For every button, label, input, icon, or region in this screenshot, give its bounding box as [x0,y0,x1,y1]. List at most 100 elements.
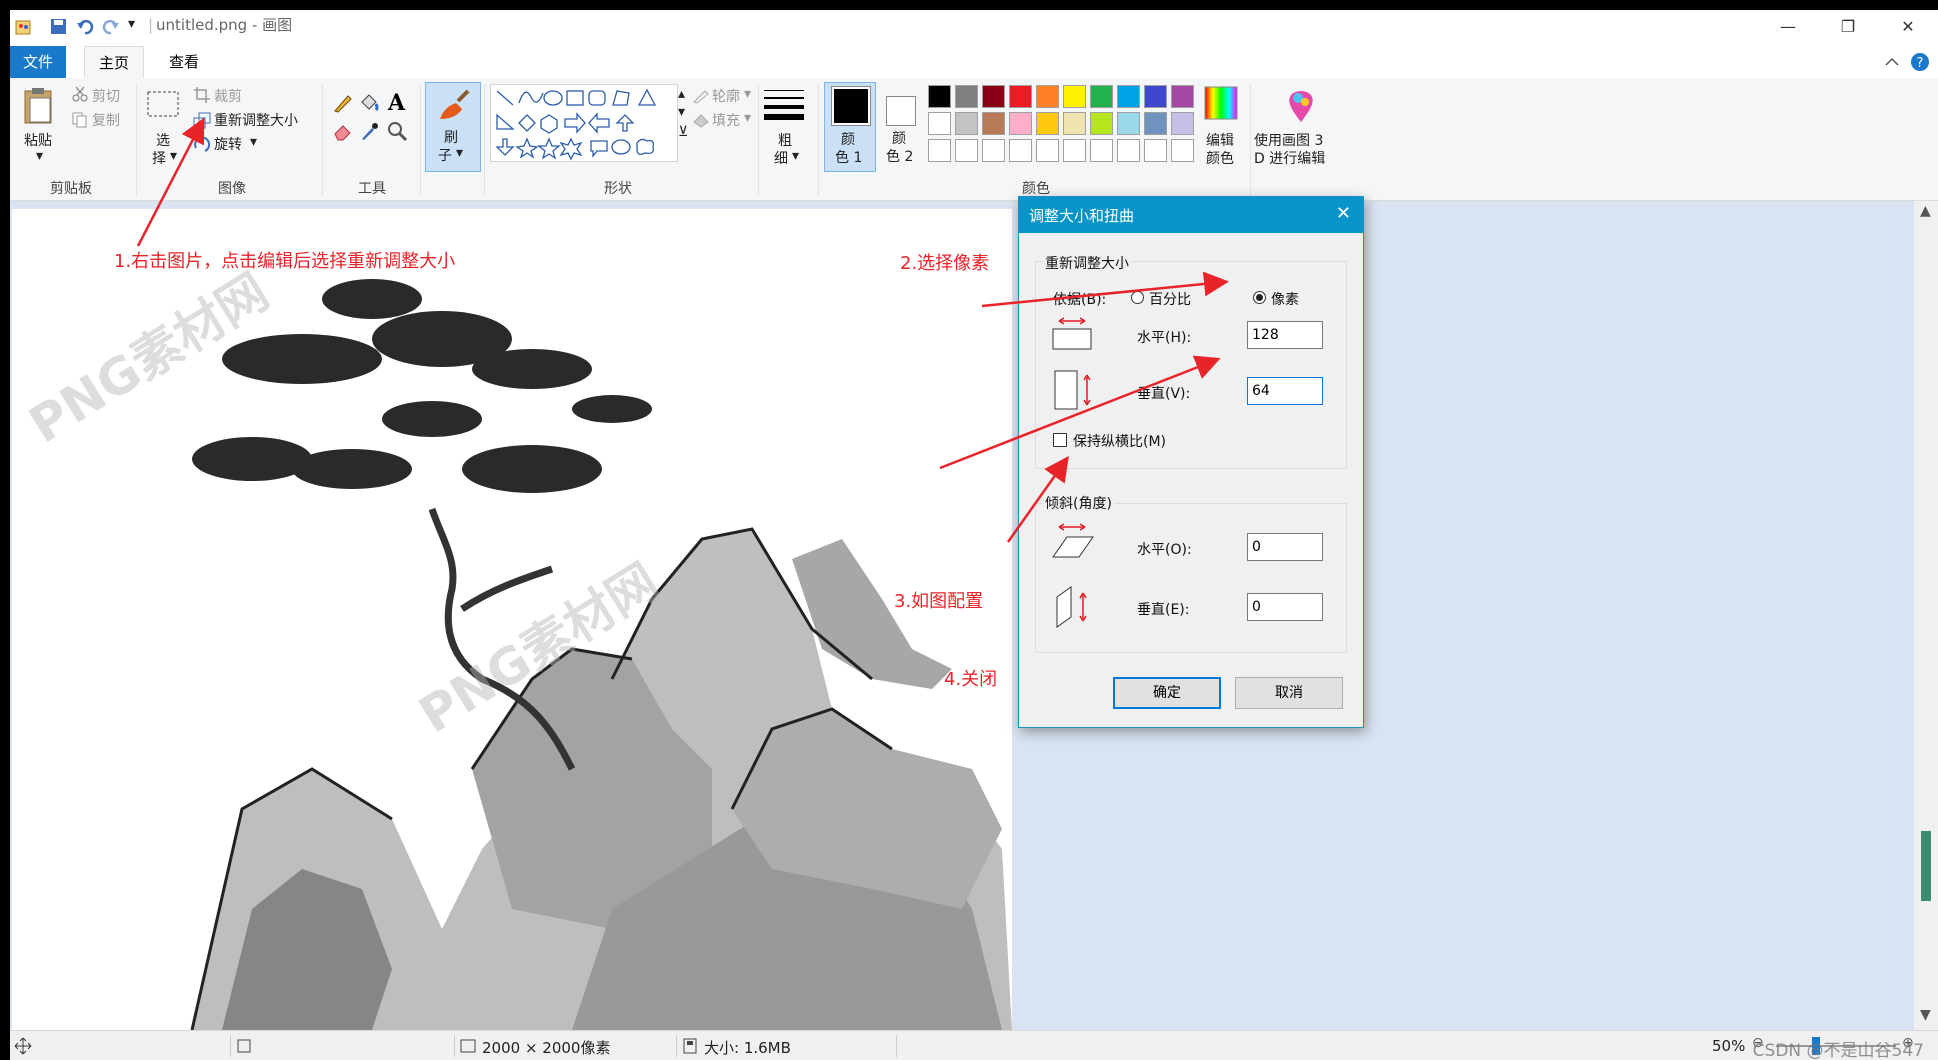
edit-colors-icon[interactable] [1204,86,1238,120]
paint3d-button-line2[interactable]: D 进行编辑 [1254,148,1325,168]
palette-swatch[interactable] [1009,112,1032,135]
collapse-ribbon-icon[interactable] [1884,54,1900,70]
horizontal-input[interactable]: 128 [1247,321,1323,349]
palette-swatch[interactable] [982,85,1005,108]
scroll-thumb[interactable] [1921,831,1931,901]
palette-swatch[interactable] [1063,139,1086,162]
size-button-line2[interactable]: 细 [774,148,788,168]
size-dropdown-icon[interactable]: ▾ [792,148,799,164]
palette-swatch[interactable] [1090,112,1113,135]
palette-swatch[interactable] [982,139,1005,162]
vertical-input[interactable]: 64 [1247,377,1323,405]
color2-button[interactable]: 颜 色 2 [878,82,924,170]
pixels-label[interactable]: 像素 [1271,289,1299,309]
scroll-down-icon[interactable]: ▼ [1920,1007,1931,1023]
percent-label[interactable]: 百分比 [1149,289,1191,309]
palette-swatch[interactable] [955,139,978,162]
palette-swatch[interactable] [1036,85,1059,108]
tab-home[interactable]: 主页 [84,46,145,79]
keep-ratio-label[interactable]: 保持纵横比(M) [1073,431,1166,451]
palette-swatch[interactable] [1144,85,1167,108]
cut-button[interactable]: 剪切 [92,86,120,106]
paint3d-button[interactable]: 使用画图 3 [1254,130,1323,150]
edit-colors-button[interactable]: 编辑 [1206,130,1234,150]
rotate-dropdown-icon[interactable]: ▾ [250,134,257,150]
magnifier-icon[interactable] [386,120,408,142]
shapes-scroll-up-icon[interactable]: ▴ [678,86,685,102]
palette-swatch[interactable] [982,112,1005,135]
size-button[interactable]: 粗 [778,130,792,150]
paste-button[interactable]: 粘贴 [24,130,52,150]
copy-button[interactable]: 复制 [92,110,120,130]
restore-button[interactable]: ❐ [1818,10,1878,46]
paste-icon[interactable] [22,86,56,126]
palette-swatch[interactable] [1063,112,1086,135]
paint3d-icon[interactable] [1284,86,1318,126]
tab-view[interactable]: 查看 [155,46,213,78]
text-tool-icon[interactable]: A [388,90,405,116]
select-icon[interactable] [146,90,180,120]
palette-swatch[interactable] [1009,139,1032,162]
shapes-expand-icon[interactable]: ⊻ [678,124,688,140]
rotate-icon [194,136,211,152]
fill-bucket-icon[interactable] [358,92,380,114]
ok-button[interactable]: 确定 [1113,677,1221,709]
paste-dropdown-icon[interactable]: ▾ [36,148,43,164]
size-icon[interactable] [764,88,804,122]
percent-radio[interactable] [1131,291,1144,304]
palette-swatch[interactable] [1117,139,1140,162]
pixels-radio[interactable] [1253,291,1266,304]
brushes-button[interactable]: 刷 子 ▾ [425,82,481,172]
palette-swatch[interactable] [928,85,951,108]
skew-v-input[interactable]: 0 [1247,593,1323,621]
select-button-line2[interactable]: 择 [152,148,166,168]
save-icon[interactable] [50,18,68,36]
select-button[interactable]: 选 [156,130,170,150]
undo-icon[interactable] [76,18,94,36]
minimize-button[interactable]: — [1758,10,1818,46]
cancel-button[interactable]: 取消 [1235,677,1343,709]
dialog-close-icon[interactable]: ✕ [1336,203,1351,224]
palette-swatch[interactable] [1009,85,1032,108]
rotate-button[interactable]: 旋转 [214,134,242,154]
close-button[interactable]: ✕ [1878,10,1938,46]
palette-swatch[interactable] [1117,112,1140,135]
palette-swatch[interactable] [1171,112,1194,135]
palette-swatch[interactable] [1171,85,1194,108]
palette-swatch[interactable] [1036,139,1059,162]
palette-swatch[interactable] [1090,85,1113,108]
color1-button[interactable]: 颜 色 1 [824,82,876,172]
palette-swatch[interactable] [1144,112,1167,135]
palette-swatch[interactable] [1036,112,1059,135]
palette-swatch[interactable] [1117,85,1140,108]
scroll-up-icon[interactable]: ▲ [1920,203,1931,219]
palette-swatch[interactable] [955,85,978,108]
palette-swatch[interactable] [1090,139,1113,162]
palette-swatch[interactable] [928,112,951,135]
edit-colors-button-line2[interactable]: 颜色 [1206,148,1234,168]
palette-swatch[interactable] [955,112,978,135]
fill-button[interactable]: 填充 [712,110,740,130]
outline-button[interactable]: 轮廓 [712,86,740,106]
shapes-gallery[interactable] [490,84,678,162]
image-canvas[interactable]: PNG素材网 PNG素材网 1.右击图片，点击编辑后选择重新调整大小 3.如图配… [12,209,1012,1030]
palette-swatch[interactable] [1063,85,1086,108]
vertical-scrollbar[interactable]: ▲ ▼ [1914,201,1938,1030]
resize-button[interactable]: 重新调整大小 [214,110,298,130]
help-icon[interactable]: ? [1910,52,1930,72]
color-picker-icon[interactable] [358,120,380,142]
palette-swatch[interactable] [1171,139,1194,162]
qat-customize-dropdown[interactable]: ▾ [128,16,135,32]
eraser-icon[interactable] [332,120,354,142]
tab-file[interactable]: 文件 [10,46,66,78]
color-palette[interactable] [928,85,1198,169]
pencil-icon[interactable] [332,92,354,114]
palette-swatch[interactable] [928,139,951,162]
crop-button[interactable]: 裁剪 [214,86,242,106]
select-dropdown-icon[interactable]: ▾ [170,148,177,164]
shapes-scroll-down-icon[interactable]: ▾ [678,104,685,120]
redo-icon[interactable] [102,18,120,36]
keep-ratio-checkbox[interactable] [1053,433,1067,447]
skew-h-input[interactable]: 0 [1247,533,1323,561]
palette-swatch[interactable] [1144,139,1167,162]
